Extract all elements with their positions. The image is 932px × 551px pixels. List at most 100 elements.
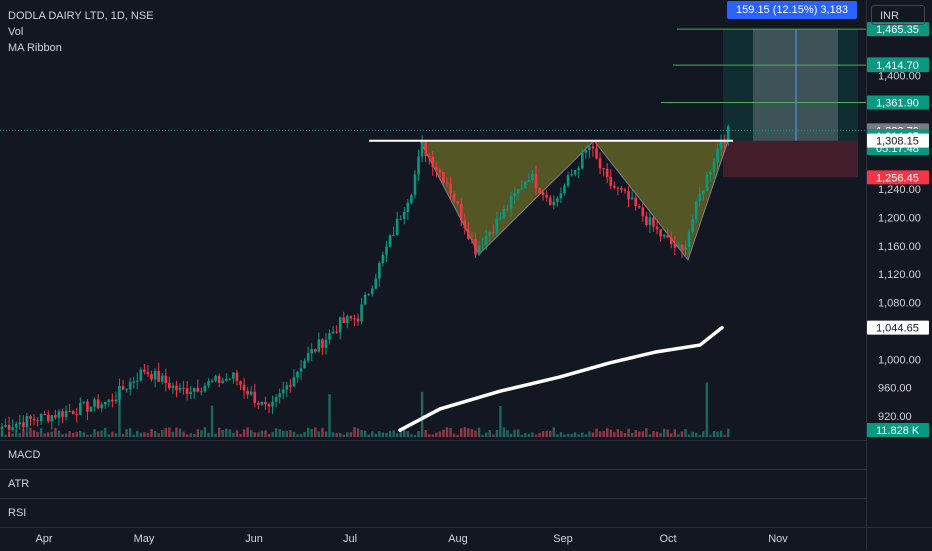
volume-bar [285,430,288,437]
currency-selector[interactable]: INR [871,5,925,25]
candle-body [121,386,125,390]
volume-bar [591,432,595,437]
candle-body [228,378,232,380]
candle-body [524,181,527,189]
candle-body [89,406,93,412]
candle-body [420,142,424,157]
candle-body [278,393,281,398]
volume-bar [235,430,239,437]
candle-body [43,413,47,415]
candle-body [93,399,96,407]
stop-zone [723,140,858,178]
candle-body [342,317,346,323]
candle-body [324,339,328,348]
volume-bar [431,434,434,437]
pattern-fill [419,140,729,261]
volume-bar [545,430,548,437]
candle-body [374,278,378,289]
volume-bar [684,428,687,437]
candle-body [470,238,474,240]
volume-bar [150,429,153,437]
volume-bar [602,430,605,437]
volume-bar [360,430,363,437]
volume-bar [556,434,559,437]
candle-body [200,391,203,393]
volume-bar [435,432,438,437]
candle-body [712,162,716,172]
pane-macd[interactable]: MACD [0,440,866,470]
candle-body [467,228,470,239]
pane-atr[interactable]: ATR [0,469,866,499]
pane-rsi[interactable]: RSI [0,498,866,528]
candle-body [452,193,456,202]
volume-bar [392,430,395,437]
legend-vol[interactable]: Vol [8,24,154,40]
candle-body [235,372,239,382]
volume-bar [438,431,442,437]
month-jul: Jul [342,533,358,545]
volume-bar [705,382,709,437]
candle-body [71,411,75,415]
pattern-right-triangle [592,140,729,261]
candle-body [627,190,630,200]
candle-body [584,150,588,153]
candle-body [111,399,114,402]
volume-bar [193,433,196,437]
candle-body [598,158,602,169]
volume-bar [452,433,456,437]
candle-body [22,422,25,428]
candle-body [64,410,68,417]
candle-body [556,198,559,202]
candle-body [427,156,431,158]
volume-bar [260,430,264,437]
volume-bar [702,431,705,437]
volume-bar [210,405,214,437]
volume-bar [4,434,7,437]
candle-body [36,420,39,422]
candle-body [559,193,563,199]
volume-bar [161,429,164,437]
volume-bar [638,431,641,437]
volume-bar [634,430,637,437]
volume-bar [274,428,278,437]
volume-bar [488,430,491,437]
time-axis[interactable]: Apr May Jun Jul Aug Sep Oct Nov [0,527,932,551]
volume-bar [111,431,114,437]
volume-bar [552,427,555,437]
candle-body [645,216,648,225]
volume-bar [662,428,666,437]
ma-ribbon-line [398,325,724,432]
candle-body [591,146,595,149]
candle-body [299,368,303,372]
candle-body [691,219,694,232]
candle-body [317,339,321,352]
volume-bar [79,430,82,437]
legend-ma[interactable]: MA Ribbon [8,40,154,56]
pattern-left-triangle [419,140,596,256]
candle-body [306,353,310,361]
candle-body [86,401,89,412]
volume-bar [698,434,701,437]
volume-bar [278,429,281,437]
volume-bar [673,429,677,437]
volume-bar [506,430,509,437]
volume-bar [470,428,474,437]
price-scale[interactable] [866,0,932,550]
candle-body [7,425,11,430]
candle-body [11,427,14,430]
volume-bar [310,428,313,437]
candle-body [623,189,627,191]
candle-body [135,380,139,382]
volume-bar [200,430,203,437]
candle-body [128,382,132,390]
volume-bar [719,430,723,437]
volume-bar [538,432,541,437]
candle-body [431,156,435,168]
volume-bar [388,430,392,437]
volume-bar [303,431,306,437]
volume-bar [616,429,620,437]
candle-body [563,185,566,194]
candle-body [61,411,64,417]
candle-body [114,399,118,402]
candle-body [438,169,442,172]
